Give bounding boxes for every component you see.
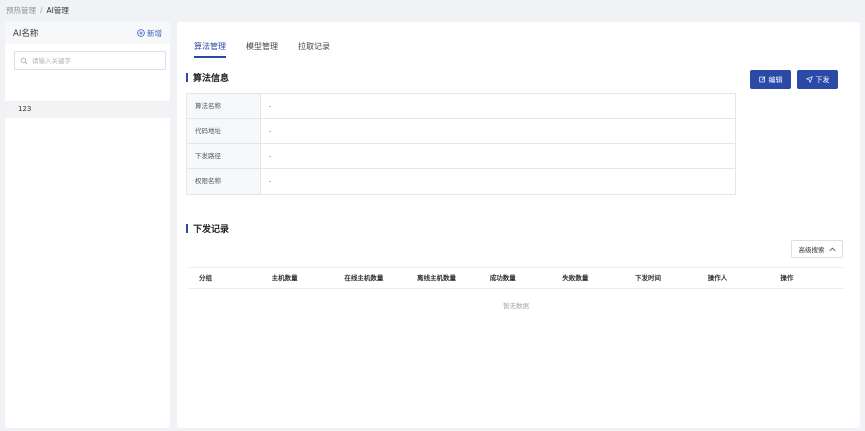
column-header-success-count: 成功数量	[489, 274, 516, 282]
info-label: 代码地址	[187, 119, 261, 143]
add-ai-button[interactable]: 新增	[137, 28, 162, 39]
edit-button[interactable]: 编辑	[750, 70, 791, 89]
section-accent-bar	[186, 224, 188, 233]
info-row-permission-name: 权限名称 -	[187, 169, 735, 194]
breadcrumb-separator: /	[40, 6, 43, 15]
info-value: -	[269, 102, 272, 110]
info-label: 算法名称	[187, 94, 261, 118]
ai-list-header: AI名称 新增	[5, 22, 170, 44]
breadcrumb-parent[interactable]: 预热管理	[6, 6, 36, 15]
edit-label: 编辑	[768, 75, 783, 84]
dispatch-label: 下发	[815, 75, 830, 84]
info-value: -	[269, 152, 272, 160]
ai-list-title: AI名称	[13, 29, 39, 39]
algorithm-info-table: 算法名称 - 代码地址 - 下发路径 - 权限名称 -	[186, 93, 736, 195]
ai-search-input[interactable]	[32, 56, 157, 65]
dispatch-records-title: 下发记录	[193, 225, 230, 235]
column-header-dispatch-time: 下发时间	[635, 274, 662, 282]
tab-pull-records[interactable]: 拉取记录	[298, 41, 330, 58]
algorithm-info-title: 算法信息	[193, 74, 230, 84]
advanced-search-label: 高级搜索	[798, 246, 825, 254]
column-header-actions: 操作	[780, 274, 794, 282]
dispatch-records-table: 分组 主机数量 在线主机数量 离线主机数量 成功数量 失败数量 下发时间 操作人…	[189, 267, 843, 310]
ai-search-box	[14, 51, 166, 70]
info-value: -	[269, 127, 272, 135]
algorithm-info-heading: 算法信息	[186, 71, 229, 84]
column-header-online-hosts: 在线主机数量	[344, 274, 384, 282]
tab-algorithm-management[interactable]: 算法管理	[194, 41, 226, 58]
main-panel: 算法管理 模型管理 拉取记录 算法信息 编辑 下发 算法名称 - 代码地址 - …	[177, 22, 860, 428]
chevron-up-icon	[828, 247, 836, 251]
info-label: 权限名称	[187, 169, 261, 194]
column-header-host-count: 主机数量	[271, 274, 298, 282]
search-icon	[20, 57, 28, 64]
dispatch-records-heading: 下发记录	[186, 222, 229, 235]
column-header-operator: 操作人	[707, 274, 728, 282]
table-header-row: 分组 主机数量 在线主机数量 离线主机数量 成功数量 失败数量 下发时间 操作人…	[189, 267, 843, 289]
dispatch-icon	[805, 76, 813, 83]
ai-list-item[interactable]: 123	[5, 101, 170, 118]
info-label: 下发路径	[187, 144, 261, 168]
edit-icon	[758, 76, 765, 83]
info-row-code-address: 代码地址 -	[187, 119, 735, 144]
column-header-group: 分组	[199, 274, 212, 282]
column-header-offline-hosts: 离线主机数量	[417, 274, 457, 282]
tab-model-management[interactable]: 模型管理	[246, 41, 278, 58]
info-value: -	[269, 177, 272, 185]
tab-bar: 算法管理 模型管理 拉取记录	[194, 41, 350, 58]
info-row-algorithm-name: 算法名称 -	[187, 94, 735, 119]
add-ai-label: 新增	[147, 28, 162, 38]
advanced-search-button[interactable]: 高级搜索	[791, 240, 843, 258]
ai-list-panel: AI名称 新增 123	[5, 22, 170, 428]
plus-circle-icon	[137, 29, 145, 37]
column-header-failure-count: 失败数量	[562, 274, 589, 282]
empty-state-text: 暂无数据	[503, 302, 529, 310]
breadcrumb-current: AI管理	[46, 6, 69, 15]
dispatch-button[interactable]: 下发	[797, 70, 838, 89]
section-accent-bar	[186, 73, 188, 82]
info-row-dispatch-path: 下发路径 -	[187, 144, 735, 169]
breadcrumb: 预热管理 / AI管理	[6, 5, 69, 16]
